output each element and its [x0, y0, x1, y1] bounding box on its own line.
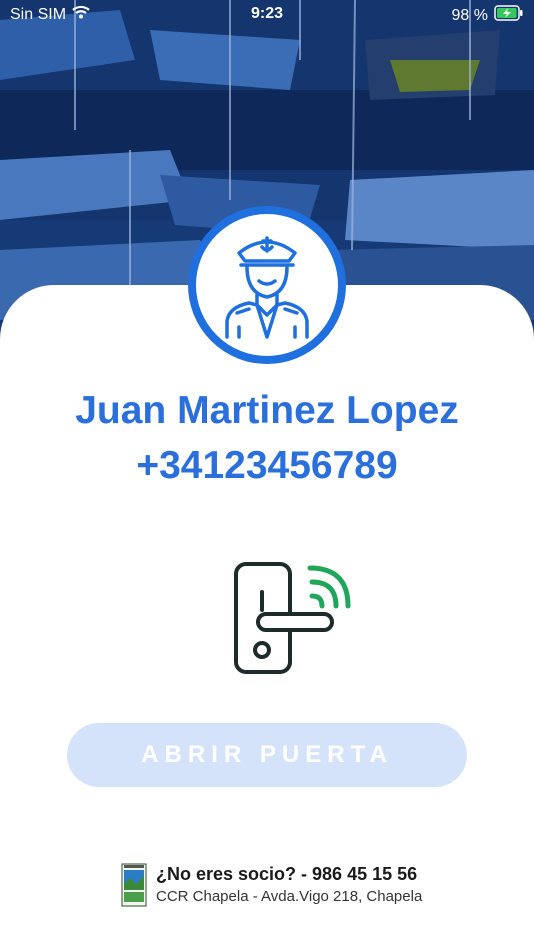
member-name: Juan Martinez Lopez: [75, 389, 459, 432]
open-door-button[interactable]: ABRIR PUERTA: [67, 723, 467, 787]
footer-text: ¿No eres socio? - 986 45 15 56 CCR Chape…: [156, 862, 422, 908]
status-bar: Sin SIM 9:23 98 %: [0, 0, 534, 30]
avatar: [188, 206, 346, 364]
battery-charging-icon: [494, 5, 524, 26]
footer-contact: ¿No eres socio? - 986 45 15 56 CCR Chape…: [120, 862, 422, 908]
club-crest-icon: [120, 862, 148, 908]
smart-lock-icon: [228, 558, 352, 683]
member-phone: +34123456789: [136, 444, 398, 487]
membership-phone-link[interactable]: ¿No eres socio? - 986 45 15 56: [156, 862, 422, 886]
battery-percentage: 98 %: [451, 6, 488, 24]
battery-group: 98 %: [452, 5, 524, 26]
ship-captain-icon: [219, 227, 315, 344]
club-address: CCR Chapela - Avda.Vigo 218, Chapela: [156, 888, 423, 905]
